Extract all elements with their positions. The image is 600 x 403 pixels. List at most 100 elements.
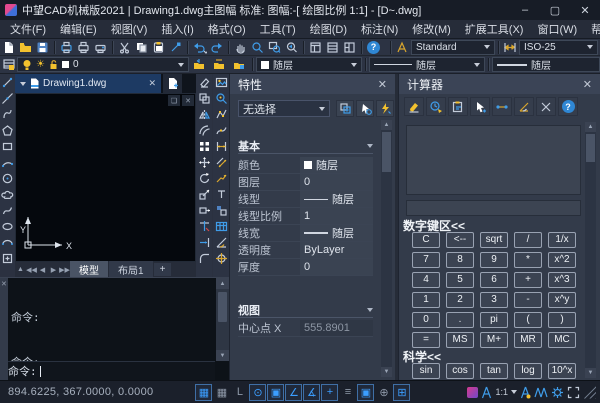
zw-mechanical-logo-icon[interactable] [467,386,479,398]
scroll-thumb[interactable] [586,134,595,162]
key-9[interactable]: 9 [480,252,508,268]
key-ms[interactable]: MS [446,332,474,348]
xline-icon[interactable] [0,90,15,106]
layer-states-icon[interactable] [229,57,249,72]
save-icon[interactable] [34,40,51,55]
key-close-paren[interactable]: ) [548,312,576,328]
menu-modify[interactable]: 修改(M) [405,19,458,39]
dim-aligned-icon[interactable] [214,154,229,170]
spline-edit-icon[interactable] [214,122,229,138]
prop-row-layer[interactable]: 图层 0 [238,174,373,191]
layer-combo[interactable]: ☀ 0 [17,57,189,72]
table-icon[interactable] [214,218,229,234]
mirror-icon[interactable] [197,106,212,122]
properties-palette-icon[interactable] [307,40,324,55]
drawing-canvas[interactable]: ❏ ✕ Y X [15,93,196,262]
color-combo[interactable]: 随层 [256,57,362,72]
key-decimal[interactable]: . [446,312,474,328]
prop-row-lineweight[interactable]: 线宽 随层 [238,225,373,242]
add-layout-button[interactable]: + [153,263,172,276]
key-2[interactable]: 2 [446,292,474,308]
tab-prev-icon[interactable]: ◀ [37,266,48,274]
key-cube[interactable]: x^3 [548,272,576,288]
key-multiply[interactable]: * [514,252,542,268]
copy-icon[interactable] [133,40,150,55]
key-plus[interactable]: + [514,272,542,288]
key-4[interactable]: 4 [412,272,440,288]
quick-properties-toggle-icon[interactable]: ⊞ [393,383,411,401]
tab-model[interactable]: 模型 [70,261,108,278]
dim-linear-icon[interactable] [214,138,229,154]
stretch-icon[interactable] [197,202,212,218]
prop-row-color[interactable]: 颜色 随层 [238,157,373,174]
menu-insert[interactable]: 插入(I) [154,19,200,39]
prop-value[interactable]: ByLayer [300,242,373,258]
key-log[interactable]: log [514,363,542,379]
selection-combo[interactable]: 无选择 [238,100,330,117]
tab-layout1[interactable]: 布局1 [109,261,153,278]
copy-object-icon[interactable] [197,90,212,106]
calculator-scrollbar[interactable]: ▲ ▼ [585,122,596,378]
select-objects-icon[interactable] [356,100,374,117]
menu-draw[interactable]: 绘图(D) [303,19,354,39]
make-layer-current-icon[interactable] [189,57,209,72]
center-mark-icon[interactable] [214,250,229,266]
redo-icon[interactable] [208,40,225,55]
scroll-thumb[interactable] [382,132,391,172]
menu-edit[interactable]: 编辑(E) [53,19,104,39]
undo-icon[interactable] [191,40,208,55]
prop-value[interactable]: 随层 [300,225,373,241]
close-properties-icon[interactable]: ✕ [378,78,387,91]
key-sqrt[interactable]: sqrt [480,232,508,248]
snap-toggle-icon[interactable]: ▦ [195,383,213,401]
circle-icon[interactable] [0,170,15,186]
command-scrollbar[interactable]: ▲ ▼ [216,278,229,361]
mdi-restore-icon[interactable]: ❏ [168,95,180,106]
menu-window[interactable]: 窗口(W) [530,19,584,39]
scroll-thumb[interactable] [218,292,227,322]
polar-toggle-icon[interactable]: ⊙ [249,383,267,401]
scroll-down-icon[interactable]: ▼ [216,350,229,361]
prop-value[interactable]: 0 [300,174,373,190]
polyline-edit-icon[interactable] [214,106,229,122]
prop-row-thickness[interactable]: 厚度 0 [238,259,373,276]
key-clear[interactable]: C [412,232,440,248]
text-style-combo[interactable]: Standard [411,39,495,55]
close-command-icon[interactable]: ✕ [1,280,7,288]
cut-icon[interactable] [116,40,133,55]
zoom-previous-icon[interactable] [283,40,300,55]
distance-icon[interactable] [492,97,512,116]
key-mplus[interactable]: M+ [480,332,508,348]
prop-value[interactable]: 1 [300,208,373,224]
rotate-icon[interactable] [197,170,212,186]
key-6[interactable]: 6 [480,272,508,288]
qleader-icon[interactable] [214,170,229,186]
move-icon[interactable] [197,154,212,170]
prop-value[interactable]: 0 [300,259,373,275]
minimize-button[interactable]: – [510,0,540,20]
zoom-window-icon[interactable] [266,40,283,55]
pan-icon[interactable] [232,40,249,55]
resize-grip[interactable] [583,385,596,399]
zoom-object-icon[interactable] [214,90,229,106]
tab-last-icon[interactable]: ▶▶ [59,266,70,274]
calculator-history-display[interactable] [406,125,581,195]
otrack-toggle-icon[interactable]: ∡ [303,383,321,401]
menu-view[interactable]: 视图(V) [104,19,155,39]
ellipse-icon[interactable] [0,218,15,234]
close-tab-icon[interactable]: ✕ [148,78,156,89]
tab-scroll-up-icon[interactable]: ▲ [15,266,26,273]
key-mc[interactable]: MC [548,332,576,348]
quick-select-icon[interactable] [376,100,394,117]
menu-express[interactable]: 扩展工具(X) [458,19,531,39]
angle-icon[interactable] [514,97,534,116]
paste-value-icon[interactable] [448,97,468,116]
new-file-icon[interactable] [0,40,17,55]
insert-block-icon[interactable] [0,250,15,266]
key-tan[interactable]: tan [480,363,508,379]
prop-value[interactable]: 随层 [300,191,373,207]
prop-row-center-x[interactable]: 中心点 X 555.8901 [238,320,373,337]
annotation-scale-value[interactable]: 1:1 [495,387,508,397]
dim-style-combo[interactable]: ISO-25 [519,39,598,55]
prop-value[interactable]: 随层 [300,157,373,173]
